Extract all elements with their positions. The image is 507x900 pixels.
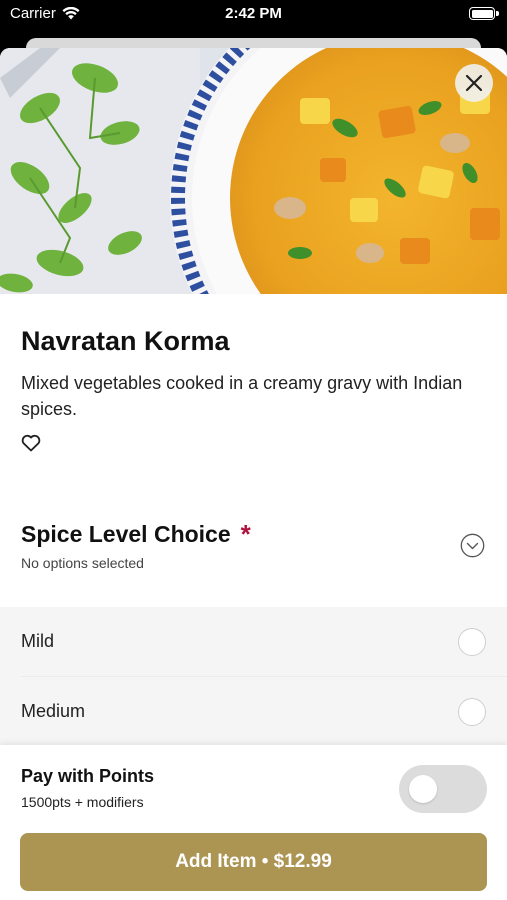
modifier-group-label: Spice Level Choice (21, 521, 231, 547)
favorite-heart-icon[interactable] (21, 434, 41, 452)
pay-with-points-title: Pay with Points (21, 766, 155, 786)
clock: 2:42 PM (225, 5, 282, 22)
required-indicator: * (240, 519, 251, 549)
add-item-button[interactable]: Add Item • $12.99 (20, 833, 487, 891)
modifier-group-title[interactable]: Spice Level Choice * (21, 519, 251, 550)
status-bar: Carrier 2:42 PM (0, 0, 507, 30)
selection-status: No options selected (21, 555, 144, 571)
option-label: Mild (21, 631, 55, 651)
option-medium[interactable]: Medium (0, 677, 507, 747)
points-cost: 1500pts + modifiers (21, 794, 144, 810)
close-icon (465, 74, 483, 92)
option-radio[interactable] (458, 628, 486, 656)
item-name: Navratan Korma (21, 326, 230, 356)
item-photo (0, 48, 507, 294)
modifier-options-list: Mild Medium (0, 607, 507, 747)
option-mild[interactable]: Mild (0, 607, 507, 677)
pay-with-points-toggle[interactable] (399, 765, 487, 813)
battery-icon (469, 7, 499, 20)
toggle-knob (409, 775, 437, 803)
close-button[interactable] (455, 64, 493, 102)
option-label: Medium (21, 701, 86, 721)
chevron-down-icon[interactable] (460, 533, 485, 558)
item-detail-sheet: Navratan Korma Mixed vegetables cooked i… (0, 48, 507, 900)
checkout-panel: Pay with Points 1500pts + modifiers Add … (0, 745, 507, 900)
item-description: Mixed vegetables cooked in a creamy grav… (21, 373, 463, 419)
option-radio[interactable] (458, 698, 486, 726)
